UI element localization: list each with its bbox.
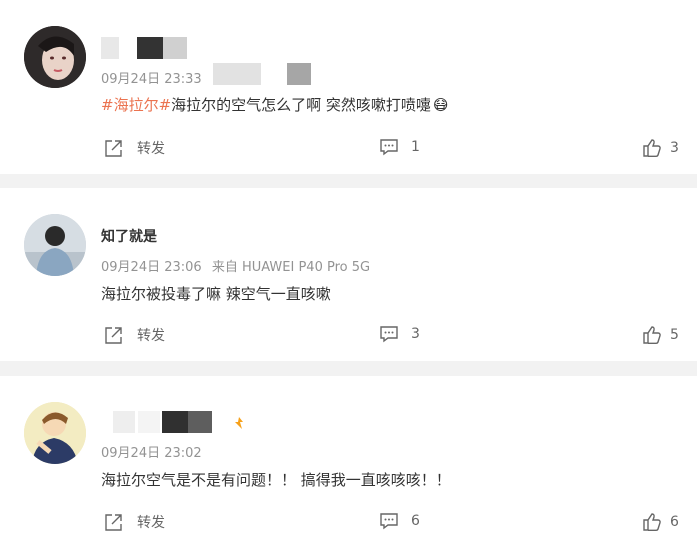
source-redacted [287, 63, 311, 85]
comment-card-3: 09月24日 23:02 海拉尔空气是不是有问题！！ 搞得我一直咳咳咳！！ 转发… [0, 376, 697, 546]
username-redacted[interactable] [138, 411, 160, 433]
comment-actions: 转发 6 6 [0, 512, 697, 536]
username-redacted[interactable] [188, 411, 212, 433]
thumbs-up-icon [642, 138, 662, 158]
username-redacted[interactable] [137, 37, 163, 59]
avatar[interactable] [24, 26, 86, 88]
comment-card-1: 09月24日 23:33 #海拉尔#海拉尔的空气怎么了啊 突然咳嗽打喷嚏 😷 转发… [0, 0, 697, 174]
like-count: 5 [670, 327, 679, 343]
source-redacted [213, 63, 261, 85]
timestamp: 09月24日 23:02 [101, 446, 202, 461]
comment-button[interactable]: 1 [379, 138, 420, 156]
like-button[interactable]: 3 [642, 138, 679, 158]
comment-count: 1 [411, 139, 420, 155]
thumbs-up-icon [642, 325, 662, 345]
timestamp: 09月24日 23:33 [101, 72, 202, 87]
username-redacted[interactable] [113, 411, 135, 433]
repost-button[interactable]: 转发 [104, 325, 165, 345]
username-redacted[interactable] [101, 37, 119, 59]
repost-label: 转发 [137, 141, 165, 157]
share-icon [104, 326, 123, 345]
share-icon [104, 513, 123, 532]
repost-button[interactable]: 转发 [104, 512, 165, 532]
repost-label: 转发 [137, 515, 165, 531]
source: 来自 HUAWEI P40 Pro 5G [211, 260, 371, 275]
repost-button[interactable]: 转发 [104, 138, 165, 158]
comment-text: #海拉尔#海拉尔的空气怎么了啊 突然咳嗽打喷嚏 😷 [101, 94, 449, 115]
comment-meta: 09月24日 23:02 [101, 442, 208, 461]
username-redacted[interactable] [162, 411, 188, 433]
like-count: 3 [670, 140, 679, 156]
comment-icon [379, 325, 399, 343]
comment-button[interactable]: 3 [379, 325, 420, 343]
timestamp: 09月24日 23:06 [101, 260, 202, 275]
comment-meta: 09月24日 23:06 来自 HUAWEI P40 Pro 5G [101, 256, 376, 275]
comment-card-2: 知了就是 09月24日 23:06 来自 HUAWEI P40 Pro 5G 海… [0, 188, 697, 361]
comment-icon [379, 138, 399, 156]
comment-button[interactable]: 6 [379, 512, 420, 530]
comment-count: 3 [411, 326, 420, 342]
comment-body: 海拉尔空气是不是有问题！！ 搞得我一直咳咳咳！！ [101, 471, 451, 489]
username[interactable]: 知了就是 [101, 226, 157, 246]
like-button[interactable]: 5 [642, 325, 679, 345]
comment-actions: 转发 1 3 [0, 138, 697, 162]
comment-count: 6 [411, 513, 420, 529]
comment-actions: 转发 3 5 [0, 325, 697, 349]
comment-text: 海拉尔空气是不是有问题！！ 搞得我一直咳咳咳！！ [101, 469, 451, 490]
like-button[interactable]: 6 [642, 512, 679, 532]
comment-icon [379, 512, 399, 530]
username-redacted[interactable] [163, 37, 187, 59]
avatar[interactable] [24, 214, 86, 276]
thumbs-up-icon [642, 512, 662, 532]
avatar[interactable] [24, 402, 86, 464]
like-count: 6 [670, 514, 679, 530]
comment-meta: 09月24日 23:33 [101, 68, 208, 87]
comment-text: 海拉尔被投毒了嘛 辣空气一直咳嗽 [101, 283, 331, 304]
share-icon [104, 139, 123, 158]
comment-body: 海拉尔被投毒了嘛 辣空气一直咳嗽 [101, 285, 331, 303]
comment-body: 海拉尔的空气怎么了啊 突然咳嗽打喷嚏 [171, 96, 431, 114]
hashtag-link[interactable]: #海拉尔# [101, 96, 171, 114]
badge-icon [234, 415, 244, 429]
repost-label: 转发 [137, 328, 165, 344]
mask-emoji-icon: 😷 [432, 96, 449, 114]
